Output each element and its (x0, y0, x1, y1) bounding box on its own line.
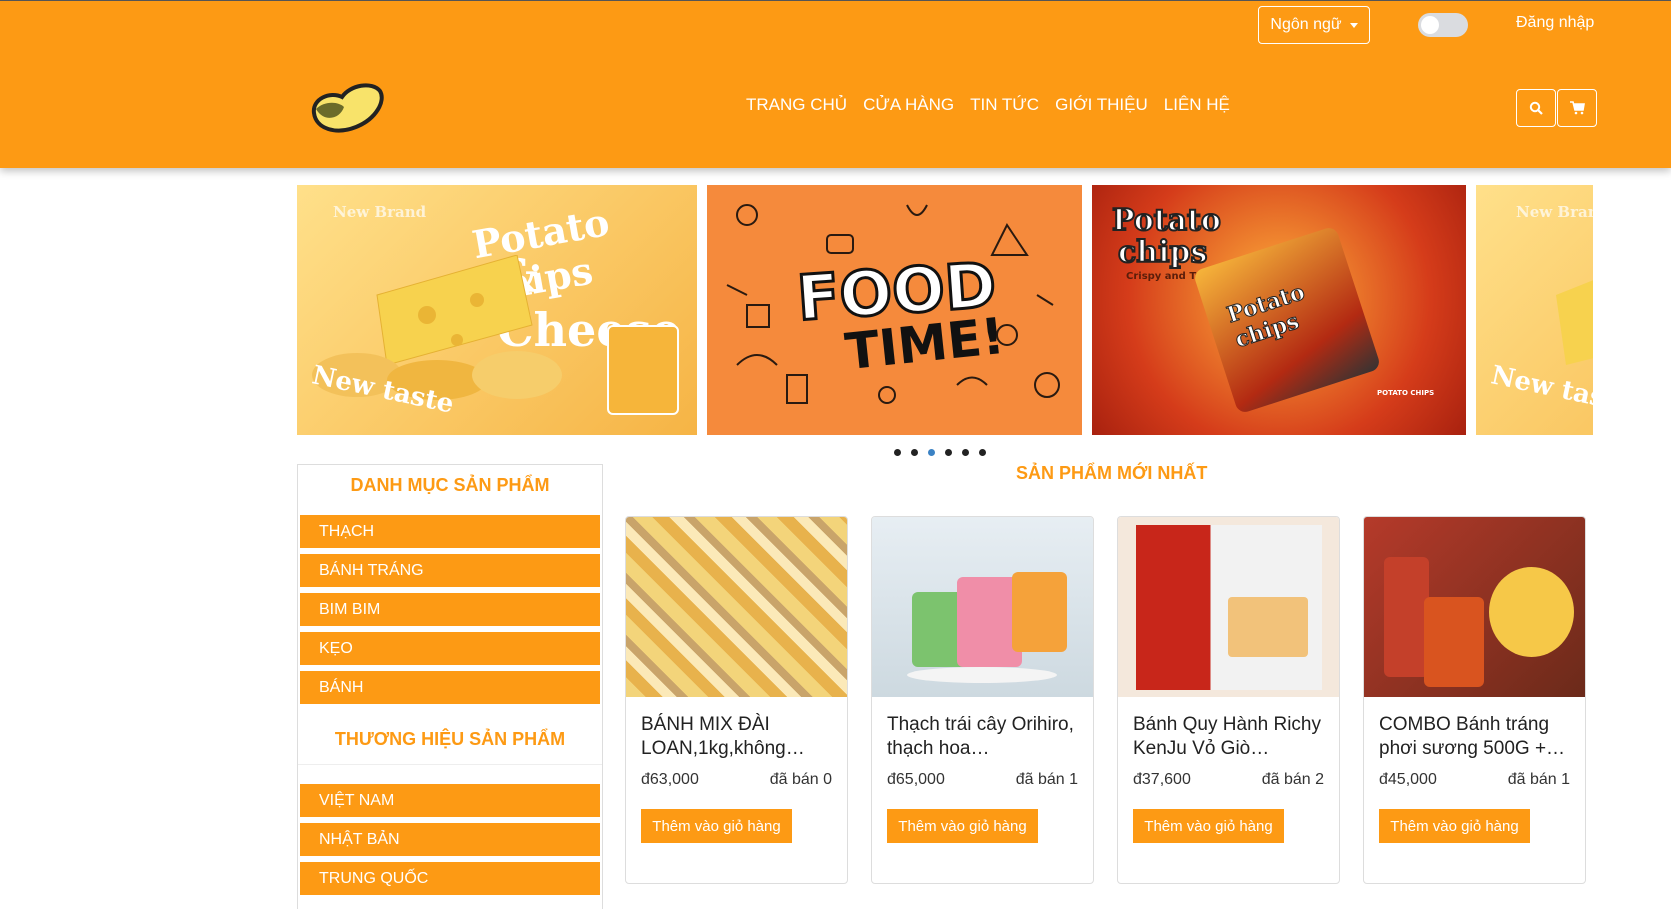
carousel-dot[interactable] (911, 449, 918, 456)
product-price: đ65,000 (887, 771, 945, 788)
nav-news[interactable]: TIN TỨC (970, 95, 1039, 115)
category-item[interactable]: KẸO (300, 632, 600, 665)
carousel-indicators (894, 449, 986, 456)
carousel-dot[interactable] (962, 449, 969, 456)
product-price: đ63,000 (641, 771, 699, 788)
banner-carousel[interactable]: New Brand Potato chips & Cheese New tast… (297, 185, 1593, 435)
product-image[interactable] (1364, 517, 1585, 697)
product-card[interactable]: Thạch trái cây Orihiro, thạch hoa… đ65,0… (871, 516, 1094, 884)
language-dropdown[interactable]: Ngôn ngữ (1258, 6, 1370, 44)
product-name[interactable]: COMBO Bánh tráng phơi sương 500G +… (1379, 713, 1575, 761)
chips-bag: Potato chips (1192, 225, 1382, 415)
product-image[interactable] (1118, 517, 1339, 697)
nav-shop[interactable]: CỬA HÀNG (863, 95, 954, 115)
banner-brand-2: New Brand (1516, 203, 1593, 221)
search-icon (1529, 101, 1543, 115)
product-card[interactable]: BÁNH MIX ĐÀI LOAN,1kg,không… đ63,000 đã … (625, 516, 848, 884)
login-link[interactable]: Đăng nhập (1516, 14, 1594, 32)
product-card[interactable]: COMBO Bánh tráng phơi sương 500G +… đ45,… (1363, 516, 1586, 884)
carousel-dot-active[interactable] (928, 449, 935, 456)
brand-item[interactable]: VIỆT NAM (300, 784, 600, 817)
cart-button[interactable] (1557, 89, 1597, 127)
product-name[interactable]: Thạch trái cây Orihiro, thạch hoa… (887, 713, 1083, 761)
brand-item[interactable]: NHẬT BẢN (300, 823, 600, 856)
theme-toggle[interactable] (1418, 13, 1468, 37)
product-sidebar: DANH MỤC SẢN PHẨM THẠCH BÁNH TRÁNG BIM B… (297, 464, 603, 909)
toggle-knob (1421, 16, 1439, 34)
category-heading: DANH MỤC SẢN PHẨM (350, 475, 550, 495)
add-to-cart-button[interactable]: Thêm vào giỏ hàng (641, 809, 792, 843)
carousel-dot[interactable] (894, 449, 901, 456)
nav-about[interactable]: GIỚI THIỆU (1055, 95, 1148, 115)
carousel-dot[interactable] (979, 449, 986, 456)
add-to-cart-button[interactable]: Thêm vào giỏ hàng (887, 809, 1038, 843)
product-price: đ45,000 (1379, 771, 1437, 788)
category-item[interactable]: THẠCH (300, 515, 600, 548)
product-price: đ37,600 (1133, 771, 1191, 788)
category-item[interactable]: BIM BIM (300, 593, 600, 626)
product-sold: đã bán 1 (1507, 771, 1570, 788)
banner-brand: New Brand (333, 203, 427, 221)
chips-package (607, 325, 679, 415)
category-item[interactable]: BÁNH (300, 671, 600, 704)
bag-label: Potato chips (1223, 279, 1308, 354)
product-name[interactable]: Bánh Quy Hành Richy KenJu Vỏ Giò… (1133, 713, 1329, 761)
banner-chips-footer: POTATO CHIPS (1377, 389, 1435, 397)
product-image[interactable] (872, 517, 1093, 697)
banner-chips-title-1: Potato (1111, 202, 1222, 239)
site-header: Ngôn ngữ Đăng nhập TRANG CHỦ CỬA HÀNG TI… (0, 0, 1671, 168)
nav-contact[interactable]: LIÊN HỆ (1164, 95, 1230, 115)
product-image[interactable] (626, 517, 847, 697)
chevron-down-icon (1349, 22, 1358, 28)
category-item[interactable]: BÁNH TRÁNG (300, 554, 600, 587)
banner-potato-cheese[interactable]: New Brand Potato chips & Cheese New tast… (297, 185, 697, 435)
product-sold: đã bán 1 (1015, 771, 1078, 788)
cart-icon (1569, 101, 1585, 115)
latest-products-heading: SẢN PHẨM MỚI NHẤT (1016, 463, 1208, 483)
main-nav: TRANG CHỦ CỬA HÀNG TIN TỨC GIỚI THIỆU LI… (746, 95, 1230, 115)
cheese-illustration-2 (1556, 280, 1593, 365)
site-logo[interactable] (306, 79, 386, 140)
brand-heading: THƯƠNG HIỆU SẢN PHẨM (298, 729, 602, 765)
product-name[interactable]: BÁNH MIX ĐÀI LOAN,1kg,không… (641, 713, 837, 761)
carousel-dot[interactable] (945, 449, 952, 456)
product-sold: đã bán 2 (1261, 771, 1324, 788)
add-to-cart-button[interactable]: Thêm vào giỏ hàng (1379, 809, 1530, 843)
banner-potato-cheese-2[interactable]: New Brand New taste (1476, 185, 1593, 435)
language-label: Ngôn ngữ (1270, 16, 1342, 33)
search-button[interactable] (1516, 89, 1556, 127)
banner-potato-chips[interactable]: Potato chips Crispy and Tasty Potato chi… (1092, 185, 1466, 435)
banner-chips-title-2: chips (1117, 234, 1208, 271)
add-to-cart-button[interactable]: Thêm vào giỏ hàng (1133, 809, 1284, 843)
nav-home[interactable]: TRANG CHỦ (746, 95, 847, 115)
brand-item[interactable]: TRUNG QUỐC (300, 862, 600, 895)
banner-food-time[interactable]: FOOD TIME! (707, 185, 1082, 435)
product-sold: đã bán 0 (769, 771, 832, 788)
product-card[interactable]: Bánh Quy Hành Richy KenJu Vỏ Giò… đ37,60… (1117, 516, 1340, 884)
